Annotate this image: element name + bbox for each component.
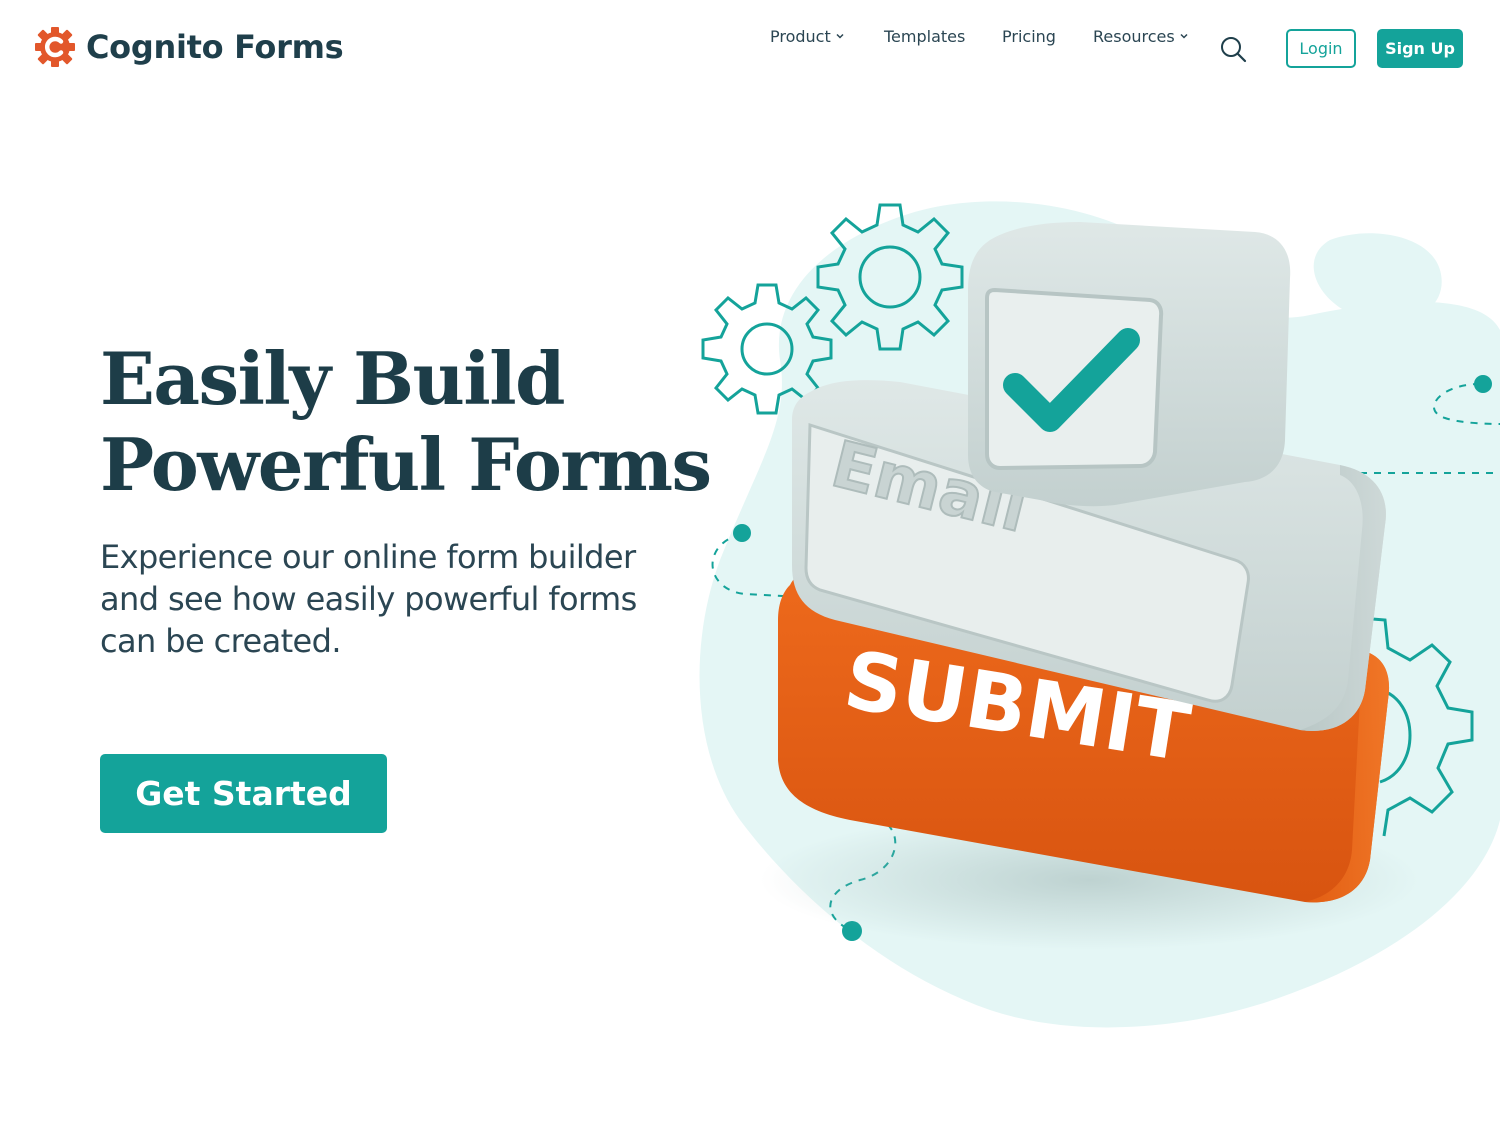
chevron-down-icon — [836, 33, 844, 39]
nav-item-label: Resources — [1093, 26, 1175, 46]
background-blob-small — [1313, 233, 1442, 323]
nav-item-templates[interactable]: Templates — [884, 27, 965, 46]
hero-subtitle: Experience our online form builder and s… — [100, 538, 637, 660]
chevron-down-icon — [1180, 33, 1188, 39]
login-button[interactable]: Login — [1286, 29, 1356, 68]
brand-name: Cognito Forms — [86, 28, 344, 66]
connector-dot — [1474, 375, 1492, 393]
get-started-button[interactable]: Get Started — [100, 754, 387, 833]
hero-illustration: SUBMIT Email — [699, 201, 1500, 1028]
cognito-gear-logo-icon — [35, 27, 75, 67]
nav-item-pricing[interactable]: Pricing — [1002, 27, 1056, 46]
nav-item-label: Pricing — [1002, 26, 1056, 46]
signup-button[interactable]: Sign Up — [1377, 29, 1463, 68]
nav-item-label: Product — [770, 26, 831, 46]
brand-link[interactable]: Cognito Forms — [34, 26, 344, 68]
nav-item-label: Templates — [884, 26, 966, 46]
checkbox-block — [968, 222, 1291, 507]
search-icon[interactable] — [1218, 34, 1248, 64]
site-header: Cognito Forms Product Templates Pricing … — [0, 0, 1500, 100]
connector-dot — [733, 524, 751, 542]
nav-item-product[interactable]: Product — [770, 27, 845, 46]
nav-item-resources[interactable]: Resources — [1093, 27, 1189, 46]
